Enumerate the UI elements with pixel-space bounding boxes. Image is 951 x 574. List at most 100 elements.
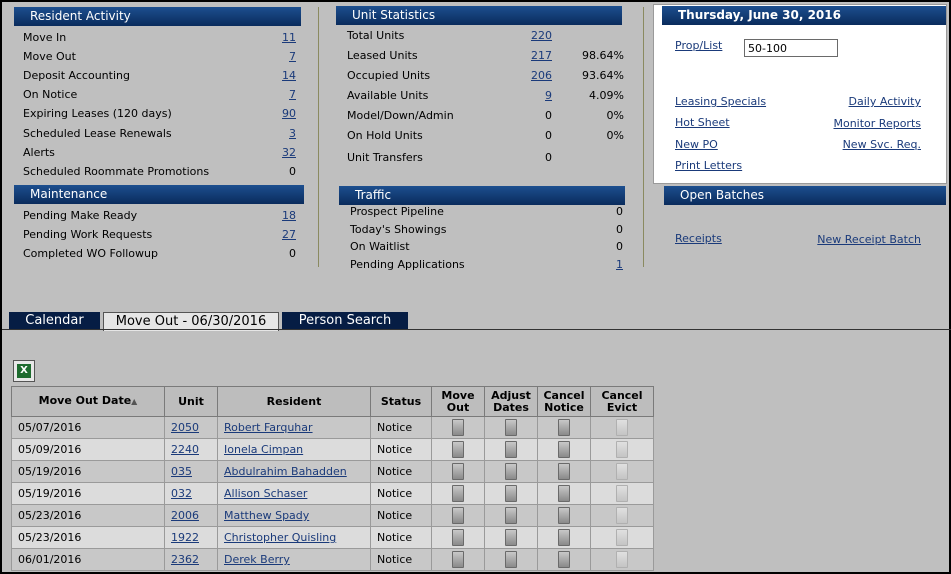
resident-link[interactable]: Robert Farquhar: [224, 421, 313, 434]
new-svc-req-link[interactable]: New Svc. Req.: [843, 138, 921, 151]
prop-list-input[interactable]: [744, 39, 838, 57]
cancel-notice-button[interactable]: [558, 485, 570, 502]
list-item-label: Prospect Pipeline: [350, 205, 444, 218]
resident-link[interactable]: Derek Berry: [224, 553, 290, 566]
adjust-dates-button[interactable]: [505, 529, 517, 546]
unit-link[interactable]: 2050: [171, 421, 199, 434]
move-out-button[interactable]: [452, 551, 464, 568]
cell-action: [484, 526, 538, 549]
unit-link[interactable]: 2240: [171, 443, 199, 456]
cell-status: Notice: [370, 526, 432, 549]
table-row: 06/01/2016 2362 Derek Berry Notice: [11, 548, 654, 571]
cancel-evict-button[interactable]: [616, 529, 628, 546]
cancel-evict-button[interactable]: [616, 441, 628, 458]
column-header-resident[interactable]: Resident: [217, 386, 371, 417]
count-link[interactable]: 90: [282, 105, 296, 123]
resident-link[interactable]: Abdulrahim Bahadden: [224, 465, 347, 478]
column-header-status[interactable]: Status: [370, 386, 432, 417]
cancel-notice-button[interactable]: [558, 551, 570, 568]
tab-calendar[interactable]: Calendar: [9, 312, 100, 330]
new-po-link[interactable]: New PO: [675, 138, 718, 151]
count-value: 0: [616, 240, 623, 254]
cancel-evict-button[interactable]: [616, 551, 628, 568]
resident-link[interactable]: Ionela Cimpan: [224, 443, 303, 456]
resident-link[interactable]: Matthew Spady: [224, 509, 309, 522]
count-link[interactable]: 27: [282, 226, 296, 244]
cancel-evict-button[interactable]: [616, 485, 628, 502]
move-out-button[interactable]: [452, 529, 464, 546]
count-link[interactable]: 217: [531, 47, 552, 65]
count-link[interactable]: 220: [531, 27, 552, 45]
receipts-link[interactable]: Receipts: [675, 232, 722, 245]
cancel-evict-button[interactable]: [616, 507, 628, 524]
move-out-table: Move Out Date▲ Unit Resident Status Move…: [11, 386, 654, 571]
cell-action: [537, 548, 591, 571]
unit-link[interactable]: 032: [171, 487, 192, 500]
monitor-reports-link[interactable]: Monitor Reports: [833, 117, 921, 130]
list-item-leased-units: Leased Units 217 98.64%: [347, 47, 624, 65]
list-item-label: Leased Units: [347, 49, 418, 62]
unit-link[interactable]: 2006: [171, 509, 199, 522]
unit-link[interactable]: 035: [171, 465, 192, 478]
table-row: 05/09/2016 2240 Ionela Cimpan Notice: [11, 438, 654, 461]
print-letters-link[interactable]: Print Letters: [675, 159, 742, 172]
cancel-evict-button[interactable]: [616, 419, 628, 436]
count-link[interactable]: 7: [289, 86, 296, 104]
cancel-notice-button[interactable]: [558, 507, 570, 524]
cell-status: Notice: [370, 504, 432, 527]
column-header-move-out-date[interactable]: Move Out Date▲: [11, 386, 165, 417]
cancel-notice-button[interactable]: [558, 419, 570, 436]
cell-action: [590, 504, 654, 527]
count-link[interactable]: 7: [289, 48, 296, 66]
move-out-button[interactable]: [452, 463, 464, 480]
count-value: 0: [545, 151, 552, 164]
count-link[interactable]: 1: [616, 256, 623, 274]
list-item-label: On Hold Units: [347, 129, 423, 142]
move-out-button[interactable]: [452, 441, 464, 458]
percentage-value: 98.64%: [582, 49, 624, 62]
count-link[interactable]: 11: [282, 29, 296, 47]
excel-export-button[interactable]: X: [13, 360, 35, 382]
list-item-label: Total Units: [347, 29, 405, 42]
adjust-dates-button[interactable]: [505, 507, 517, 524]
adjust-dates-button[interactable]: [505, 419, 517, 436]
cancel-evict-button[interactable]: [616, 463, 628, 480]
column-header-unit[interactable]: Unit: [164, 386, 218, 417]
list-item-scheduled-lease-renewals: Scheduled Lease Renewals 3: [23, 125, 296, 143]
count-link[interactable]: 32: [282, 144, 296, 162]
column-header-cancel-notice: Cancel Notice: [537, 386, 591, 417]
adjust-dates-button[interactable]: [505, 485, 517, 502]
leasing-specials-link[interactable]: Leasing Specials: [675, 95, 766, 108]
resident-link[interactable]: Allison Schaser: [224, 487, 307, 500]
prop-list-link[interactable]: Prop/List: [675, 39, 722, 52]
cancel-notice-button[interactable]: [558, 463, 570, 480]
unit-link[interactable]: 2362: [171, 553, 199, 566]
tab-person-search[interactable]: Person Search: [282, 312, 408, 330]
cancel-notice-button[interactable]: [558, 441, 570, 458]
adjust-dates-button[interactable]: [505, 463, 517, 480]
hot-sheet-link[interactable]: Hot Sheet: [675, 116, 730, 129]
cell-unit: 035: [164, 460, 218, 483]
adjust-dates-button[interactable]: [505, 551, 517, 568]
count-link[interactable]: 9: [545, 87, 552, 105]
count-link[interactable]: 14: [282, 67, 296, 85]
move-out-button[interactable]: [452, 507, 464, 524]
new-receipt-batch-link[interactable]: New Receipt Batch: [817, 233, 921, 246]
list-item-pending-work-requests: Pending Work Requests 27: [23, 226, 296, 244]
count-link[interactable]: 3: [289, 125, 296, 143]
count-link[interactable]: 18: [282, 207, 296, 225]
list-item-occupied-units: Occupied Units 206 93.64%: [347, 67, 624, 85]
resident-link[interactable]: Christopher Quisling: [224, 531, 336, 544]
list-item-total-units: Total Units 220: [347, 27, 624, 45]
adjust-dates-button[interactable]: [505, 441, 517, 458]
count-link[interactable]: 206: [531, 67, 552, 85]
unit-link[interactable]: 1922: [171, 531, 199, 544]
cell-resident: Matthew Spady: [217, 504, 371, 527]
cell-move-out-date: 05/07/2016: [11, 416, 165, 439]
cancel-notice-button[interactable]: [558, 529, 570, 546]
cell-resident: Allison Schaser: [217, 482, 371, 505]
move-out-button[interactable]: [452, 419, 464, 436]
move-out-button[interactable]: [452, 485, 464, 502]
daily-activity-link[interactable]: Daily Activity: [849, 95, 921, 108]
list-item-label: Scheduled Roommate Promotions: [23, 164, 210, 178]
